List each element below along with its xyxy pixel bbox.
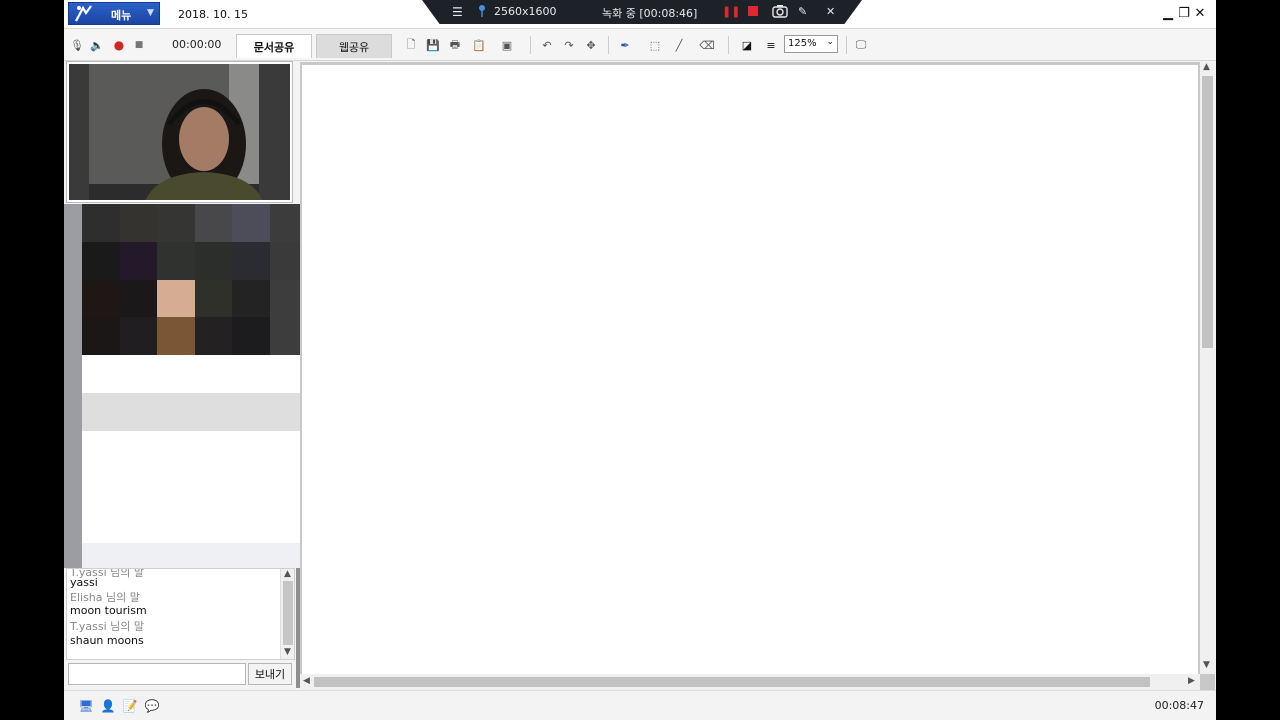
horizontal-scrollbar[interactable]: ◀ ▶ bbox=[300, 674, 1200, 690]
vertical-scrollbar[interactable]: ▲ ▼ bbox=[1200, 62, 1215, 674]
chat-scroll-thumb[interactable] bbox=[283, 581, 293, 645]
move-icon[interactable]: ✥ bbox=[584, 38, 598, 52]
recording-status: 녹화 중 [00:08:46] bbox=[602, 7, 698, 20]
user-icon[interactable]: 👤 bbox=[100, 698, 116, 714]
app-window: 메뉴 ▼ 2018. 10. 15 ☰ 2560x1600 녹화 중 [00:0… bbox=[64, 0, 1216, 720]
print-icon[interactable]: 🖶 bbox=[448, 38, 462, 52]
monitor-icon[interactable]: 🖥 bbox=[78, 698, 94, 714]
chat-log: T.yassi 님의 말 yassi Elisha 님의 말 moon tour… bbox=[66, 568, 295, 660]
participant-list bbox=[82, 355, 307, 543]
document-page[interactable] bbox=[302, 65, 1198, 674]
toolbar-divider bbox=[530, 36, 531, 54]
panel-divider bbox=[64, 204, 82, 568]
restore-icon[interactable]: ❐ bbox=[1176, 6, 1192, 21]
chat-message: yassi bbox=[70, 576, 98, 589]
scroll-down-icon[interactable]: ▼ bbox=[1203, 660, 1210, 670]
chat-header bbox=[82, 543, 307, 568]
session-timer: 00:00:00 bbox=[172, 38, 222, 51]
scroll-down-icon[interactable]: ▼ bbox=[284, 647, 291, 657]
pen-icon[interactable]: ✒ bbox=[618, 38, 632, 52]
scroll-up-icon[interactable]: ▲ bbox=[1203, 62, 1210, 72]
participant-video bbox=[82, 204, 307, 355]
edit-icon[interactable]: ✎ bbox=[798, 5, 807, 18]
capture-icon[interactable]: ▣ bbox=[500, 38, 514, 52]
chevron-down-icon: ⌄ bbox=[826, 37, 834, 47]
scroll-left-icon[interactable]: ◀ bbox=[303, 676, 310, 686]
redo-icon[interactable]: ↷ bbox=[562, 38, 576, 52]
chat-sender: T.yassi 님의 말 bbox=[70, 620, 145, 633]
vertical-scroll-thumb[interactable] bbox=[1202, 76, 1213, 348]
eraser-icon[interactable]: ⌫ bbox=[699, 38, 715, 52]
send-button[interactable]: 보내기 bbox=[248, 663, 292, 685]
horizontal-scroll-thumb[interactable] bbox=[314, 677, 1150, 687]
status-bar: 🖥 👤 📝 💬 00:08:47 bbox=[64, 690, 1216, 720]
zoom-select[interactable]: 125% ⌄ bbox=[784, 35, 838, 53]
close-recording-icon[interactable]: ✕ bbox=[826, 5, 835, 18]
toolbar-divider bbox=[846, 36, 847, 54]
recording-bar: ☰ 2560x1600 녹화 중 [00:08:46] ❚❚ ✎ ✕ bbox=[422, 0, 862, 24]
chat-scrollbar[interactable]: ▲ ▼ bbox=[280, 569, 294, 659]
tab-web-share[interactable]: 웹공유 bbox=[316, 34, 392, 58]
chat-icon[interactable]: 💬 bbox=[144, 698, 160, 714]
notes-icon[interactable]: 📝 bbox=[122, 698, 138, 714]
menu-label: 메뉴 bbox=[111, 9, 132, 22]
pin-icon[interactable] bbox=[476, 4, 488, 18]
tab-document-share[interactable]: 문서공유 bbox=[236, 34, 312, 58]
line-icon[interactable]: ╱ bbox=[672, 38, 686, 52]
toolbar: 🎙 🔈 ● ■ 00:00:00 문서공유 웹공유 🗋 💾 🖶 📋 ▣ ↶ ↷ … bbox=[64, 29, 1216, 61]
speaker-icon[interactable]: 🔈 bbox=[90, 38, 104, 52]
record-icon[interactable]: ● bbox=[112, 38, 126, 52]
title-bar: 메뉴 ▼ 2018. 10. 15 ☰ 2560x1600 녹화 중 [00:0… bbox=[64, 0, 1216, 29]
webcam-frame bbox=[69, 64, 290, 200]
chat-message: moon tourism bbox=[70, 604, 147, 617]
chat-sender: Elisha 님의 말 bbox=[70, 591, 140, 604]
chat-message: shaun moons bbox=[70, 634, 144, 647]
mic-icon[interactable]: 🎙 bbox=[70, 38, 84, 52]
minimize-icon[interactable]: ▁ bbox=[1160, 6, 1176, 21]
toolbar-divider bbox=[608, 36, 609, 54]
line-width-icon[interactable]: ≡ bbox=[764, 38, 778, 52]
save-icon[interactable]: 💾 bbox=[426, 38, 440, 52]
color-icon[interactable]: ◪ bbox=[740, 38, 754, 52]
toolbar-divider bbox=[728, 36, 729, 54]
scroll-up-icon[interactable]: ▲ bbox=[284, 569, 291, 579]
pause-icon[interactable]: ❚❚ bbox=[722, 5, 740, 18]
undo-icon[interactable]: ↶ bbox=[540, 38, 554, 52]
app-logo-icon bbox=[75, 5, 92, 22]
camera-icon[interactable] bbox=[772, 4, 788, 18]
stop-recording-icon[interactable] bbox=[748, 6, 758, 16]
chat-input[interactable] bbox=[68, 663, 246, 685]
participant-row-selected[interactable] bbox=[82, 393, 307, 431]
copy-icon[interactable]: 📋 bbox=[472, 38, 486, 52]
session-date: 2018. 10. 15 bbox=[178, 8, 248, 21]
elapsed-time: 00:08:47 bbox=[1154, 699, 1204, 712]
document-viewer: ▲ ▼ ◀ ▶ bbox=[300, 62, 1215, 690]
chevron-down-icon: ▼ bbox=[147, 8, 154, 18]
resolution-label: 2560x1600 bbox=[494, 5, 557, 18]
new-doc-icon[interactable]: 🗋 bbox=[404, 38, 418, 52]
zoom-value: 125% bbox=[788, 38, 817, 49]
scroll-right-icon[interactable]: ▶ bbox=[1188, 676, 1195, 686]
close-icon[interactable]: ✕ bbox=[1192, 6, 1208, 21]
monitor-icon[interactable]: 🖵 bbox=[854, 38, 868, 52]
webcam-video bbox=[66, 61, 293, 203]
hamburger-menu-icon[interactable]: ☰ bbox=[452, 5, 463, 19]
select-icon[interactable]: ⬚ bbox=[648, 38, 662, 52]
menu-button[interactable]: 메뉴 ▼ bbox=[68, 2, 160, 25]
stop-icon[interactable]: ■ bbox=[132, 38, 146, 52]
